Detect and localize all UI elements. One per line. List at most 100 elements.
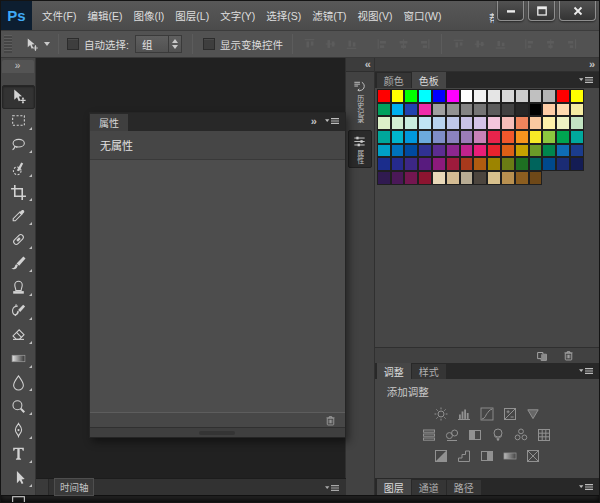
swatch[interactable]	[542, 157, 556, 171]
distribute-bottom-edges-icon[interactable]	[494, 37, 507, 51]
dock-expand-button[interactable]: »	[375, 58, 599, 72]
panel-menu-icon[interactable]	[578, 75, 594, 86]
swatch[interactable]	[446, 144, 460, 158]
swatch[interactable]	[473, 116, 487, 130]
menu-layer[interactable]: 图层(L)	[174, 4, 210, 27]
panel-menu-icon[interactable]	[578, 366, 594, 377]
tab-swatches[interactable]: 色板	[412, 72, 446, 88]
swatch[interactable]	[391, 144, 405, 158]
blur-tool[interactable]	[1, 371, 36, 395]
show-transform-checkbox[interactable]	[203, 38, 215, 50]
swatch[interactable]	[542, 116, 556, 130]
panel-resize-grip[interactable]	[90, 427, 345, 437]
swatch[interactable]	[377, 130, 391, 144]
swatch[interactable]	[529, 116, 543, 130]
swatch[interactable]	[377, 144, 391, 158]
curves-adjustment-icon[interactable]	[479, 406, 495, 422]
swatch[interactable]	[473, 171, 487, 185]
move-tool[interactable]	[2, 85, 35, 109]
timeline-grip[interactable]	[36, 479, 49, 495]
tab-paths[interactable]: 路径	[447, 480, 481, 495]
path-selection-tool[interactable]	[1, 466, 36, 490]
invert-adjustment-icon[interactable]	[433, 448, 449, 464]
swatch[interactable]	[570, 116, 584, 130]
swatch[interactable]	[432, 130, 446, 144]
swatch[interactable]	[377, 89, 391, 103]
swatch[interactable]	[542, 130, 556, 144]
panel-button-properties[interactable]: 属性	[348, 130, 372, 168]
selective-color-adjustment-icon[interactable]	[525, 448, 541, 464]
swatch[interactable]	[446, 130, 460, 144]
swatch[interactable]	[529, 171, 543, 185]
swatch[interactable]	[446, 116, 460, 130]
swatch[interactable]	[529, 103, 543, 117]
brightness-contrast-adjustment-icon[interactable]	[433, 406, 449, 422]
menu-view[interactable]: 视图(V)	[357, 4, 394, 27]
swatch[interactable]	[542, 144, 556, 158]
swatch[interactable]	[460, 157, 474, 171]
swatch[interactable]	[556, 157, 570, 171]
swatch[interactable]	[542, 89, 556, 103]
levels-adjustment-icon[interactable]	[456, 406, 472, 422]
posterize-adjustment-icon[interactable]	[456, 448, 472, 464]
swatch[interactable]	[446, 103, 460, 117]
swatch[interactable]	[404, 157, 418, 171]
swatch[interactable]	[404, 171, 418, 185]
distribute-horizontal-centers-icon[interactable]	[544, 37, 557, 51]
dodge-tool[interactable]	[1, 394, 36, 418]
swatch[interactable]	[404, 103, 418, 117]
swatch[interactable]	[515, 89, 529, 103]
type-tool[interactable]	[1, 442, 36, 466]
swatch[interactable]	[432, 157, 446, 171]
hue-saturation-adjustment-icon[interactable]	[421, 427, 437, 443]
distribute-right-edges-icon[interactable]	[565, 37, 578, 51]
swatch[interactable]	[432, 116, 446, 130]
swatch[interactable]	[418, 103, 432, 117]
swatch[interactable]	[515, 157, 529, 171]
swatch[interactable]	[501, 171, 515, 185]
panel-menu-icon[interactable]	[578, 482, 594, 493]
swatch[interactable]	[391, 157, 405, 171]
swatch[interactable]	[404, 89, 418, 103]
swatch[interactable]	[391, 89, 405, 103]
swatch[interactable]	[473, 157, 487, 171]
threshold-adjustment-icon[interactable]	[479, 448, 495, 464]
align-vertical-centers-icon[interactable]	[324, 37, 337, 51]
swatch[interactable]	[418, 144, 432, 158]
black-white-adjustment-icon[interactable]	[467, 427, 483, 443]
menu-edit[interactable]: 编辑(E)	[86, 4, 123, 27]
rectangular-marquee-tool[interactable]	[1, 109, 36, 133]
swatch[interactable]	[432, 171, 446, 185]
swatch[interactable]	[570, 157, 584, 171]
gradient-map-adjustment-icon[interactable]	[502, 448, 518, 464]
swatch[interactable]	[460, 130, 474, 144]
exposure-adjustment-icon[interactable]	[502, 406, 518, 422]
swatch[interactable]	[501, 103, 515, 117]
distribute-vertical-centers-icon[interactable]	[473, 37, 486, 51]
swatch[interactable]	[570, 103, 584, 117]
swatch[interactable]	[377, 103, 391, 117]
spot-healing-brush-tool[interactable]	[1, 228, 36, 252]
swatch[interactable]	[529, 89, 543, 103]
swatch[interactable]	[391, 103, 405, 117]
swatch[interactable]	[460, 171, 474, 185]
swatch[interactable]	[446, 171, 460, 185]
swatch[interactable]	[391, 130, 405, 144]
swatch[interactable]	[570, 144, 584, 158]
rectangle-tool[interactable]	[1, 490, 36, 503]
swatch[interactable]	[487, 116, 501, 130]
swatch[interactable]	[404, 116, 418, 130]
swatch[interactable]	[529, 144, 543, 158]
swatch[interactable]	[377, 157, 391, 171]
swatch[interactable]	[556, 144, 570, 158]
swatch[interactable]	[515, 171, 529, 185]
swatch[interactable]	[556, 116, 570, 130]
toolbar-collapse-button[interactable]: »	[2, 60, 34, 73]
pen-tool[interactable]	[1, 418, 36, 442]
new-swatch-icon[interactable]	[535, 349, 549, 363]
color-balance-adjustment-icon[interactable]	[444, 427, 460, 443]
align-left-edges-icon[interactable]	[376, 37, 389, 51]
swatch[interactable]	[418, 171, 432, 185]
swatch[interactable]	[460, 89, 474, 103]
swatch[interactable]	[487, 130, 501, 144]
